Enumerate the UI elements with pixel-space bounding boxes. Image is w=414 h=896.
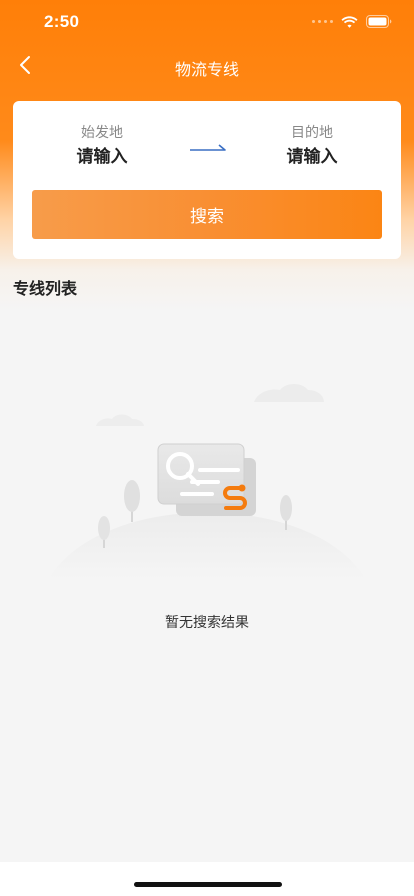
empty-state-illustration [40,370,374,594]
status-icons [312,15,392,28]
battery-icon [366,15,392,28]
destination-label: 目的地 [291,125,333,141]
origin-label: 始发地 [81,125,123,141]
destination-input[interactable]: 请输入 [247,145,377,169]
home-indicator-area [0,862,414,896]
section-title: 专线列表 [13,279,78,298]
cellular-signal-icon [312,20,333,23]
search-button[interactable]: 搜索 [32,190,382,239]
page-title: 物流专线 [174,60,239,79]
home-indicator[interactable] [134,882,282,887]
nav-bar: 物流专线 [0,44,414,90]
origin-input[interactable]: 请输入 [37,145,167,169]
route-arrow-icon [190,139,226,158]
destination-field[interactable]: 目的地 请输入 [247,123,377,169]
status-bar: 2:50 [0,0,414,44]
wifi-icon [341,15,358,28]
status-time: 2:50 [44,12,80,31]
empty-state-text: 暂无搜索结果 [165,615,249,631]
search-card: 始发地 请输入 目的地 请输入 搜索 [13,101,401,259]
origin-field[interactable]: 始发地 请输入 [37,123,167,169]
